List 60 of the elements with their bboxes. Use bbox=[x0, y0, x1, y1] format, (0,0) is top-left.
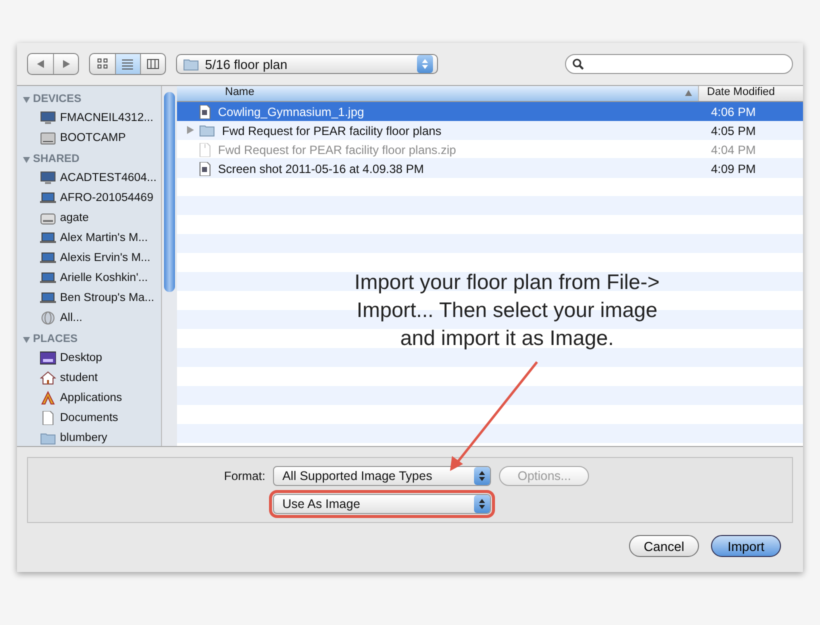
import-button[interactable]: Import bbox=[711, 535, 781, 557]
sidebar-item[interactable]: Arielle Koshkin'... bbox=[17, 268, 161, 288]
sidebar-item[interactable]: All... bbox=[17, 308, 161, 328]
file-row[interactable]: Cowling_Gymnasium_1.jpg 4:06 PM bbox=[177, 102, 803, 121]
view-columns-icon bbox=[147, 58, 159, 70]
view-list-icon bbox=[122, 58, 134, 70]
stepper-icon bbox=[474, 467, 490, 485]
sidebar-item[interactable]: Ben Stroup's Ma... bbox=[17, 288, 161, 308]
sidebar-item[interactable]: FMACNEIL4312... bbox=[17, 108, 161, 128]
sidebar-item[interactable]: Alex Martin's M... bbox=[17, 228, 161, 248]
cancel-button[interactable]: Cancel bbox=[629, 535, 699, 557]
file-row[interactable]: Screen shot 2011-05-16 at 4.09.38 PM 4:09 PM bbox=[177, 159, 803, 178]
back-icon bbox=[36, 60, 44, 68]
laptop-icon bbox=[40, 191, 56, 205]
drive-icon bbox=[40, 131, 56, 145]
column-header[interactable]: Date Modified bbox=[698, 86, 803, 101]
disclosure-triangle-icon bbox=[23, 96, 30, 102]
stepper-icon bbox=[417, 55, 433, 73]
disclosure-triangle-icon bbox=[23, 336, 30, 342]
scrollbar[interactable] bbox=[161, 86, 177, 446]
sidebar-item[interactable]: Alexis Ervin's M... bbox=[17, 248, 161, 268]
globe-icon bbox=[40, 311, 56, 325]
screen-icon bbox=[40, 351, 56, 365]
disclosure-triangle-icon[interactable] bbox=[187, 126, 194, 134]
sidebar-item[interactable]: Applications bbox=[17, 388, 161, 408]
desktop-icon bbox=[40, 171, 56, 185]
stepper-icon bbox=[474, 495, 490, 513]
laptop-icon bbox=[40, 251, 56, 265]
file-icon bbox=[199, 142, 211, 156]
folder-icon bbox=[40, 431, 56, 445]
sidebar-item[interactable]: student bbox=[17, 368, 161, 388]
laptop-icon bbox=[40, 271, 56, 285]
laptop-icon bbox=[40, 231, 56, 245]
format-label: Format: bbox=[224, 469, 266, 483]
home-icon bbox=[40, 371, 56, 385]
desktop-icon bbox=[40, 111, 56, 125]
sidebar-item[interactable]: Desktop bbox=[17, 348, 161, 368]
sidebar-item[interactable]: BOOTCAMP bbox=[17, 128, 161, 148]
sidebar-item[interactable]: blumbery bbox=[17, 428, 161, 446]
forward-icon bbox=[62, 60, 70, 68]
image-file-icon bbox=[199, 162, 211, 176]
search-icon bbox=[572, 58, 584, 70]
sidebar-item[interactable]: Documents bbox=[17, 408, 161, 428]
view-list-button[interactable] bbox=[115, 54, 140, 74]
laptop-icon bbox=[40, 291, 56, 305]
path-popup[interactable]: 5/16 floor plan bbox=[176, 54, 438, 74]
document-icon bbox=[40, 411, 56, 425]
sidebar-item[interactable]: ACADTEST4604... bbox=[17, 168, 161, 188]
sidebar-item[interactable]: AFRO-201054469 bbox=[17, 188, 161, 208]
column-header[interactable]: Name bbox=[177, 86, 698, 101]
sidebar-item[interactable]: agate bbox=[17, 208, 161, 228]
folder-icon bbox=[183, 58, 199, 70]
view-icons-icon bbox=[96, 58, 108, 70]
annotation-text: Import your floor plan from File-> Import... Then select your image and import it as Image. bbox=[353, 270, 661, 352]
disclosure-triangle-icon bbox=[23, 156, 30, 162]
format-popup[interactable]: All Supported Image Types bbox=[273, 466, 492, 486]
sort-ascending-icon bbox=[685, 90, 692, 96]
image-file-icon bbox=[199, 104, 211, 118]
folder-icon bbox=[199, 124, 215, 137]
search-field[interactable] bbox=[565, 54, 793, 74]
